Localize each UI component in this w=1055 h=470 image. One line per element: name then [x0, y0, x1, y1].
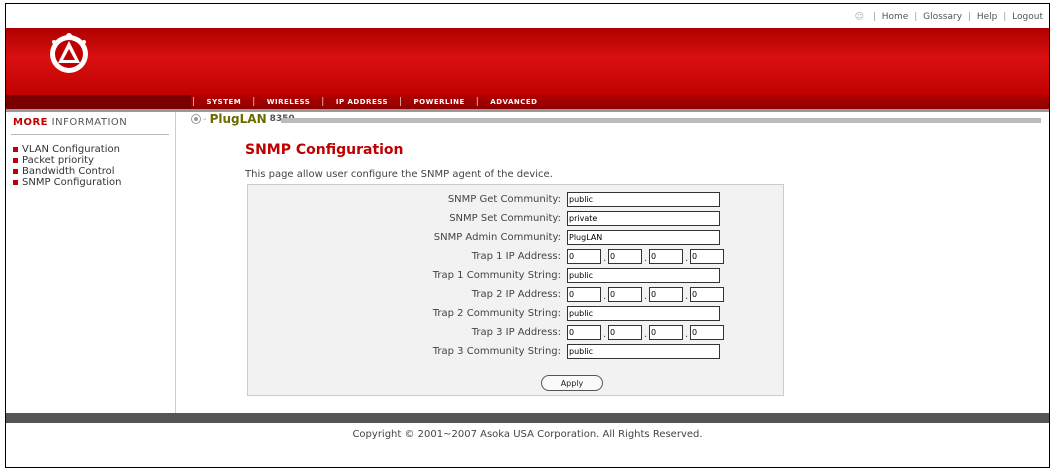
page-description: This page allow user configure the SNMP …	[245, 169, 553, 180]
glossary-link[interactable]: Glossary	[923, 12, 962, 22]
get-community-row: SNMP Get Community:	[248, 192, 783, 208]
home-icon: ☺	[854, 12, 864, 22]
apply-button[interactable]: Apply	[541, 375, 603, 391]
set-community-input[interactable]	[567, 211, 720, 226]
set-community-row: SNMP Set Community:	[248, 211, 783, 227]
bullet-icon	[13, 147, 18, 152]
product-name: PlugLAN	[209, 112, 267, 126]
header-banner	[6, 28, 1049, 95]
top-links: ☺ | Home | Glossary | Help | Logout	[854, 12, 1043, 22]
copyright-text: Copyright © 2001~2007 Asoka USA Corporat…	[352, 429, 703, 440]
admin-community-row: SNMP Admin Community:	[248, 230, 783, 246]
nav-powerline[interactable]: POWERLINE	[403, 98, 476, 106]
breadcrumb: - PlugLAN 8350	[191, 112, 1041, 126]
trap1-community-row: Trap 1 Community String:	[248, 268, 783, 284]
footer-bar	[6, 413, 1049, 423]
page-title: SNMP Configuration	[245, 142, 404, 158]
asoka-logo-icon	[50, 33, 88, 73]
sidebar-item-packet-priority[interactable]: Packet priority	[13, 155, 121, 166]
trap2-community-input[interactable]	[567, 306, 720, 321]
bullet-icon	[13, 180, 18, 185]
trap1-community-input[interactable]	[567, 268, 720, 283]
sidebar-item-vlan[interactable]: VLAN Configuration	[13, 144, 121, 155]
sidebar-item-bandwidth[interactable]: Bandwidth Control	[13, 166, 121, 177]
trap2-community-row: Trap 2 Community String:	[248, 306, 783, 322]
trap3-ip-octet-2[interactable]	[608, 325, 642, 340]
trap3-community-row: Trap 3 Community String:	[248, 344, 783, 360]
trap1-ip-octet-4[interactable]	[690, 249, 724, 264]
nav-advanced[interactable]: ADVANCED	[479, 98, 548, 106]
bullet-icon	[13, 169, 18, 174]
bullet-icon	[13, 158, 18, 163]
sidebar-heading: MORE INFORMATION	[13, 117, 128, 128]
sidebar-item-snmp[interactable]: SNMP Configuration	[13, 177, 121, 188]
sidebar-menu: VLAN Configuration Packet priority Bandw…	[13, 144, 121, 188]
trap3-ip-octet-3[interactable]	[649, 325, 683, 340]
sidebar: MORE INFORMATION VLAN Configuration Pack…	[6, 112, 176, 413]
trap1-ip-row: Trap 1 IP Address: . . .	[248, 249, 783, 265]
get-community-input[interactable]	[567, 192, 720, 207]
trap2-ip-octet-4[interactable]	[690, 287, 724, 302]
nav-system[interactable]: SYSTEM	[196, 98, 253, 106]
help-link[interactable]: Help	[977, 12, 998, 22]
trap3-community-input[interactable]	[567, 344, 720, 359]
trap3-ip-row: Trap 3 IP Address: . . .	[248, 325, 783, 341]
main-nav: | SYSTEM | WIRELESS | IP ADDRESS | POWER…	[6, 95, 1049, 109]
admin-community-input[interactable]	[567, 230, 720, 245]
trap1-ip-octet-3[interactable]	[649, 249, 683, 264]
trap2-ip-octet-3[interactable]	[649, 287, 683, 302]
home-link[interactable]: Home	[882, 12, 909, 22]
logout-link[interactable]: Logout	[1012, 12, 1043, 22]
snmp-form: SNMP Get Community: SNMP Set Community: …	[247, 184, 784, 396]
target-icon	[191, 114, 201, 124]
nav-wireless[interactable]: WIRELESS	[256, 98, 322, 106]
trap3-ip-octet-4[interactable]	[690, 325, 724, 340]
browser-frame: ☺ | Home | Glossary | Help | Logout | SY…	[5, 3, 1050, 468]
trap1-ip-octet-2[interactable]	[608, 249, 642, 264]
trap2-ip-row: Trap 2 IP Address: . . .	[248, 287, 783, 303]
trap2-ip-octet-1[interactable]	[567, 287, 601, 302]
trap3-ip-octet-1[interactable]	[567, 325, 601, 340]
nav-ip-address[interactable]: IP ADDRESS	[325, 98, 399, 106]
trap1-ip-octet-1[interactable]	[567, 249, 601, 264]
trap2-ip-octet-2[interactable]	[608, 287, 642, 302]
